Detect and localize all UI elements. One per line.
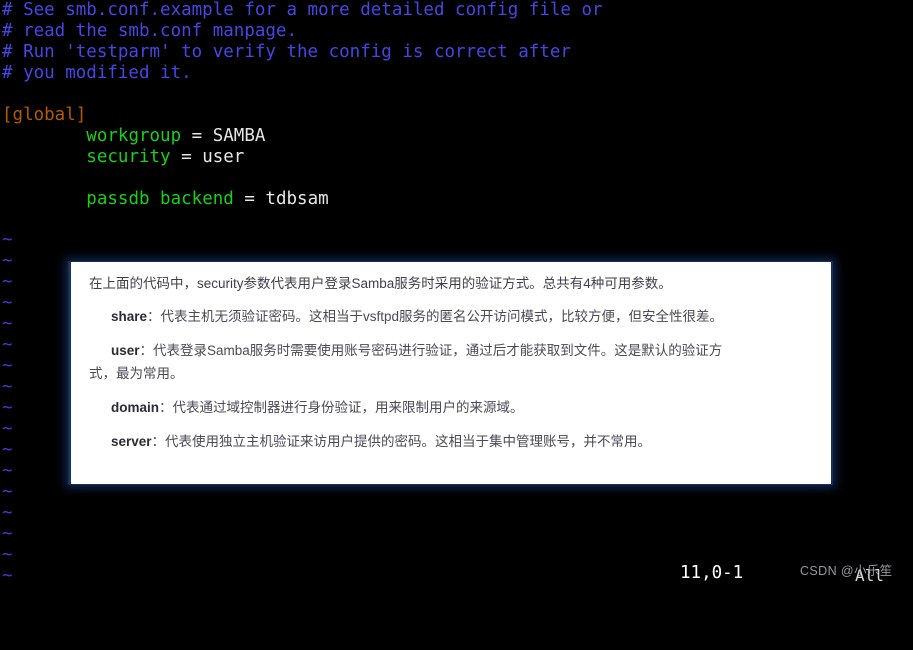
annotation-note-box: 在上面的代码中，security参数代表用户登录Samba服务时采用的验证方式。… (68, 261, 833, 485)
vim-status-line: 11,0-1 All (0, 562, 913, 585)
note-sep-domain: ： (159, 400, 173, 415)
tilde-marker: ~ (2, 419, 13, 439)
tilde-marker: ~ (2, 503, 13, 523)
tilde-marker: ~ (2, 251, 13, 271)
terminal-text-span: = (181, 126, 213, 146)
terminal-text-span: workgroup (86, 126, 182, 146)
note-sep-server: ： (151, 434, 166, 449)
note-term-domain: domain (111, 400, 160, 415)
note-desc-server: 代表使用独立主机验证来访用户提供的密码。这相当于集中管理账号，并不常用。 (165, 434, 652, 449)
note-desc-domain: 代表通过域控制器进行身份验证，用来限制用户的来源域。 (172, 400, 524, 415)
tilde-marker: ~ (2, 377, 13, 397)
cursor-position-indicator: 11,0-1 (680, 563, 744, 583)
terminal-screen: # See smb.conf.example for a more detail… (0, 0, 913, 588)
terminal-text-span: [global] (2, 105, 87, 125)
terminal-line: security = user (0, 147, 913, 168)
terminal-text-span: # read the smb.conf manpage. (2, 21, 298, 41)
terminal-text-span: passdb backend (86, 189, 234, 209)
note-term-server: server (111, 434, 152, 449)
terminal-text-span (2, 126, 86, 146)
note-term-share: share (111, 309, 148, 324)
terminal-line: # you modified it. (0, 63, 913, 84)
tilde-marker: ~ (2, 335, 13, 355)
note-desc-share: 代表主机无须验证密码。这相当于vsftpd服务的匿名公开访问模式，比较方便，但安… (160, 309, 724, 324)
terminal-text-span: # you modified it. (2, 63, 192, 83)
note-term-user: user (111, 343, 140, 358)
terminal-text-span (2, 147, 86, 167)
note-sep-share: ： (147, 309, 161, 324)
tilde-marker: ~ (2, 440, 13, 460)
vim-tilde-column: ~ ~ ~ ~ ~ ~ ~ ~ ~ ~ ~ ~ ~ ~ ~ ~ ~ (2, 230, 13, 587)
terminal-line: passdb backend = tdbsam (0, 189, 913, 210)
note-item-server: server：代表使用独立主机验证来访用户提供的密码。这相当于集中管理账号，并不… (89, 430, 809, 453)
terminal-text-span: tdbsam (265, 189, 329, 209)
terminal-text-span: = (170, 147, 203, 167)
tilde-marker: ~ (2, 356, 13, 376)
terminal-line: workgroup = SAMBA (0, 126, 913, 147)
terminal-text-span: user (202, 147, 245, 167)
tilde-marker: ~ (2, 524, 13, 544)
scroll-percent-indicator: All (855, 566, 884, 585)
note-item-domain: domain：代表通过域控制器进行身份验证，用来限制用户的来源域。 (89, 396, 809, 419)
tilde-marker: ~ (2, 461, 13, 481)
note-sep-user: ： (139, 343, 154, 358)
tilde-marker: ~ (2, 293, 13, 313)
terminal-text-span (2, 189, 86, 209)
note-item-share: share：代表主机无须验证密码。这相当于vsftpd服务的匿名公开访问模式，比… (89, 305, 809, 328)
note-desc-user-wrap: 式，最为常用。 (89, 366, 184, 381)
terminal-buffer: # See smb.conf.example for a more detail… (0, 0, 913, 210)
tilde-marker: ~ (2, 272, 13, 292)
tilde-marker: ~ (2, 398, 13, 418)
terminal-line: [global] (0, 105, 913, 126)
terminal-line: # read the smb.conf manpage. (0, 21, 913, 42)
tilde-marker: ~ (2, 482, 13, 502)
terminal-text-span: # Run 'testparm' to verify the config is… (2, 42, 571, 62)
terminal-text-span: security (86, 147, 171, 167)
terminal-text-span: = (233, 189, 266, 209)
terminal-line: # Run 'testparm' to verify the config is… (0, 42, 913, 63)
tilde-marker: ~ (2, 230, 13, 250)
tilde-marker: ~ (2, 314, 13, 334)
note-intro-text: 在上面的代码中，security参数代表用户登录Samba服务时采用的验证方式。… (89, 276, 672, 291)
terminal-line: # See smb.conf.example for a more detail… (0, 0, 913, 21)
terminal-text-span: SAMBA (212, 126, 266, 146)
terminal-text-span: # See smb.conf.example for a more detail… (2, 0, 603, 20)
note-desc-user: 代表登录Samba服务时需要使用账号密码进行验证，通过后才能获取到文件。这是默认… (153, 343, 723, 358)
note-item-user: user：代表登录Samba服务时需要使用账号密码进行验证，通过后才能获取到文件… (89, 339, 809, 385)
